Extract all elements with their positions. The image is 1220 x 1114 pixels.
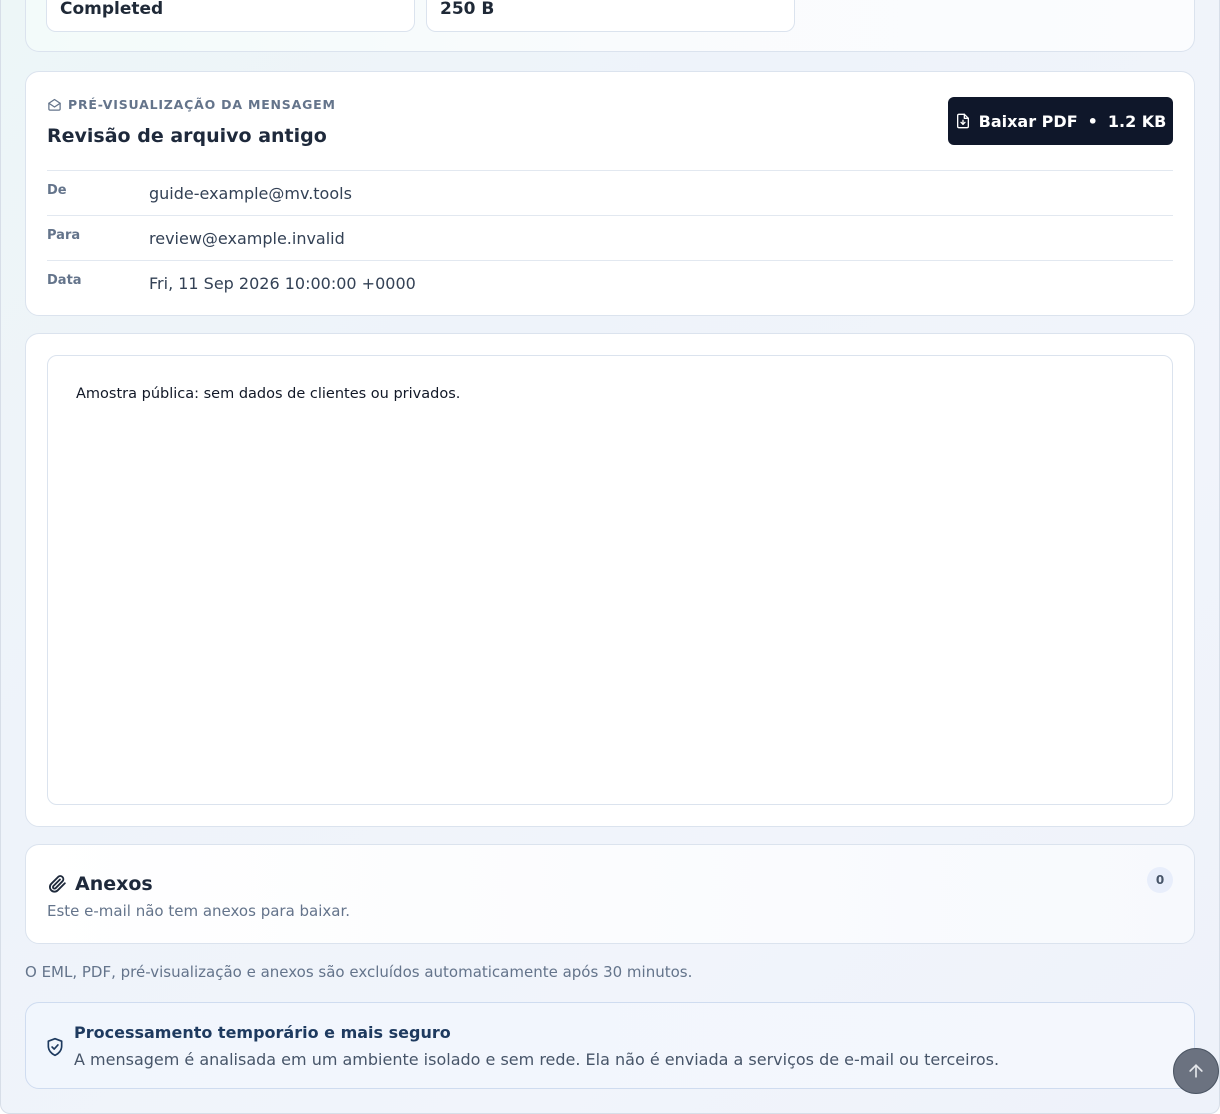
meta-date-value: Fri, 11 Sep 2026 10:00:00 +0000 bbox=[149, 273, 416, 293]
status-size-value: 250 B bbox=[440, 0, 495, 19]
download-pdf-size: 1.2 KB bbox=[1107, 111, 1167, 131]
meta-row-from: De guide-example@mv.tools bbox=[47, 170, 1173, 215]
attachments-heading: Anexos bbox=[47, 873, 153, 895]
status-card: Completed 250 B bbox=[25, 0, 1195, 52]
shield-check-icon bbox=[47, 1037, 63, 1057]
status-state-box: Completed bbox=[46, 0, 415, 32]
attachments-subtitle: Este e-mail não tem anexos para baixar. bbox=[47, 902, 351, 920]
file-download-icon bbox=[956, 113, 969, 129]
status-size-box: 250 B bbox=[426, 0, 795, 32]
meta-from-key: De bbox=[47, 182, 67, 198]
preview-eyebrow: PRÉ-VISUALIZAÇÃO DA MENSAGEM bbox=[47, 97, 336, 112]
meta-to-key: Para bbox=[47, 227, 81, 243]
meta-row-to: Para review@example.invalid bbox=[47, 215, 1173, 260]
attachments-title: Anexos bbox=[75, 873, 153, 895]
message-body-text: Amostra pública: sem dados de clientes o… bbox=[76, 386, 461, 402]
message-preview-card: PRÉ-VISUALIZAÇÃO DA MENSAGEM Revisão de … bbox=[25, 71, 1195, 316]
paperclip-icon bbox=[49, 875, 66, 893]
scroll-to-top-button[interactable] bbox=[1173, 1048, 1219, 1094]
message-subject: Revisão de arquivo antigo bbox=[47, 125, 327, 147]
meta-to-value: review@example.invalid bbox=[149, 228, 345, 248]
security-title: Processamento temporário e mais seguro bbox=[74, 1023, 451, 1042]
message-body-card: Amostra pública: sem dados de clientes o… bbox=[25, 333, 1195, 827]
meta-from-value: guide-example@mv.tools bbox=[149, 183, 352, 203]
security-text: A mensagem é analisada em um ambiente is… bbox=[74, 1050, 1000, 1069]
status-state-value: Completed bbox=[60, 0, 164, 19]
attachments-count-badge: 0 bbox=[1147, 867, 1173, 893]
envelope-open-icon bbox=[48, 98, 61, 111]
meta-date-key: Data bbox=[47, 272, 82, 288]
download-pdf-button[interactable]: Baixar PDF • 1.2 KB bbox=[948, 97, 1173, 145]
download-pdf-label: Baixar PDF bbox=[978, 111, 1078, 131]
meta-row-date: Data Fri, 11 Sep 2026 10:00:00 +0000 bbox=[47, 260, 1173, 305]
security-notice-card: Processamento temporário e mais seguro A… bbox=[25, 1002, 1195, 1089]
attachments-card: Anexos Este e-mail não tem anexos para b… bbox=[25, 844, 1195, 944]
arrow-up-icon bbox=[1189, 1064, 1203, 1078]
message-body-frame[interactable]: Amostra pública: sem dados de clientes o… bbox=[47, 355, 1173, 805]
retention-note: O EML, PDF, pré-visualização e anexos sã… bbox=[25, 963, 693, 981]
download-pdf-separator: • bbox=[1087, 111, 1098, 131]
preview-eyebrow-label: PRÉ-VISUALIZAÇÃO DA MENSAGEM bbox=[68, 97, 336, 112]
